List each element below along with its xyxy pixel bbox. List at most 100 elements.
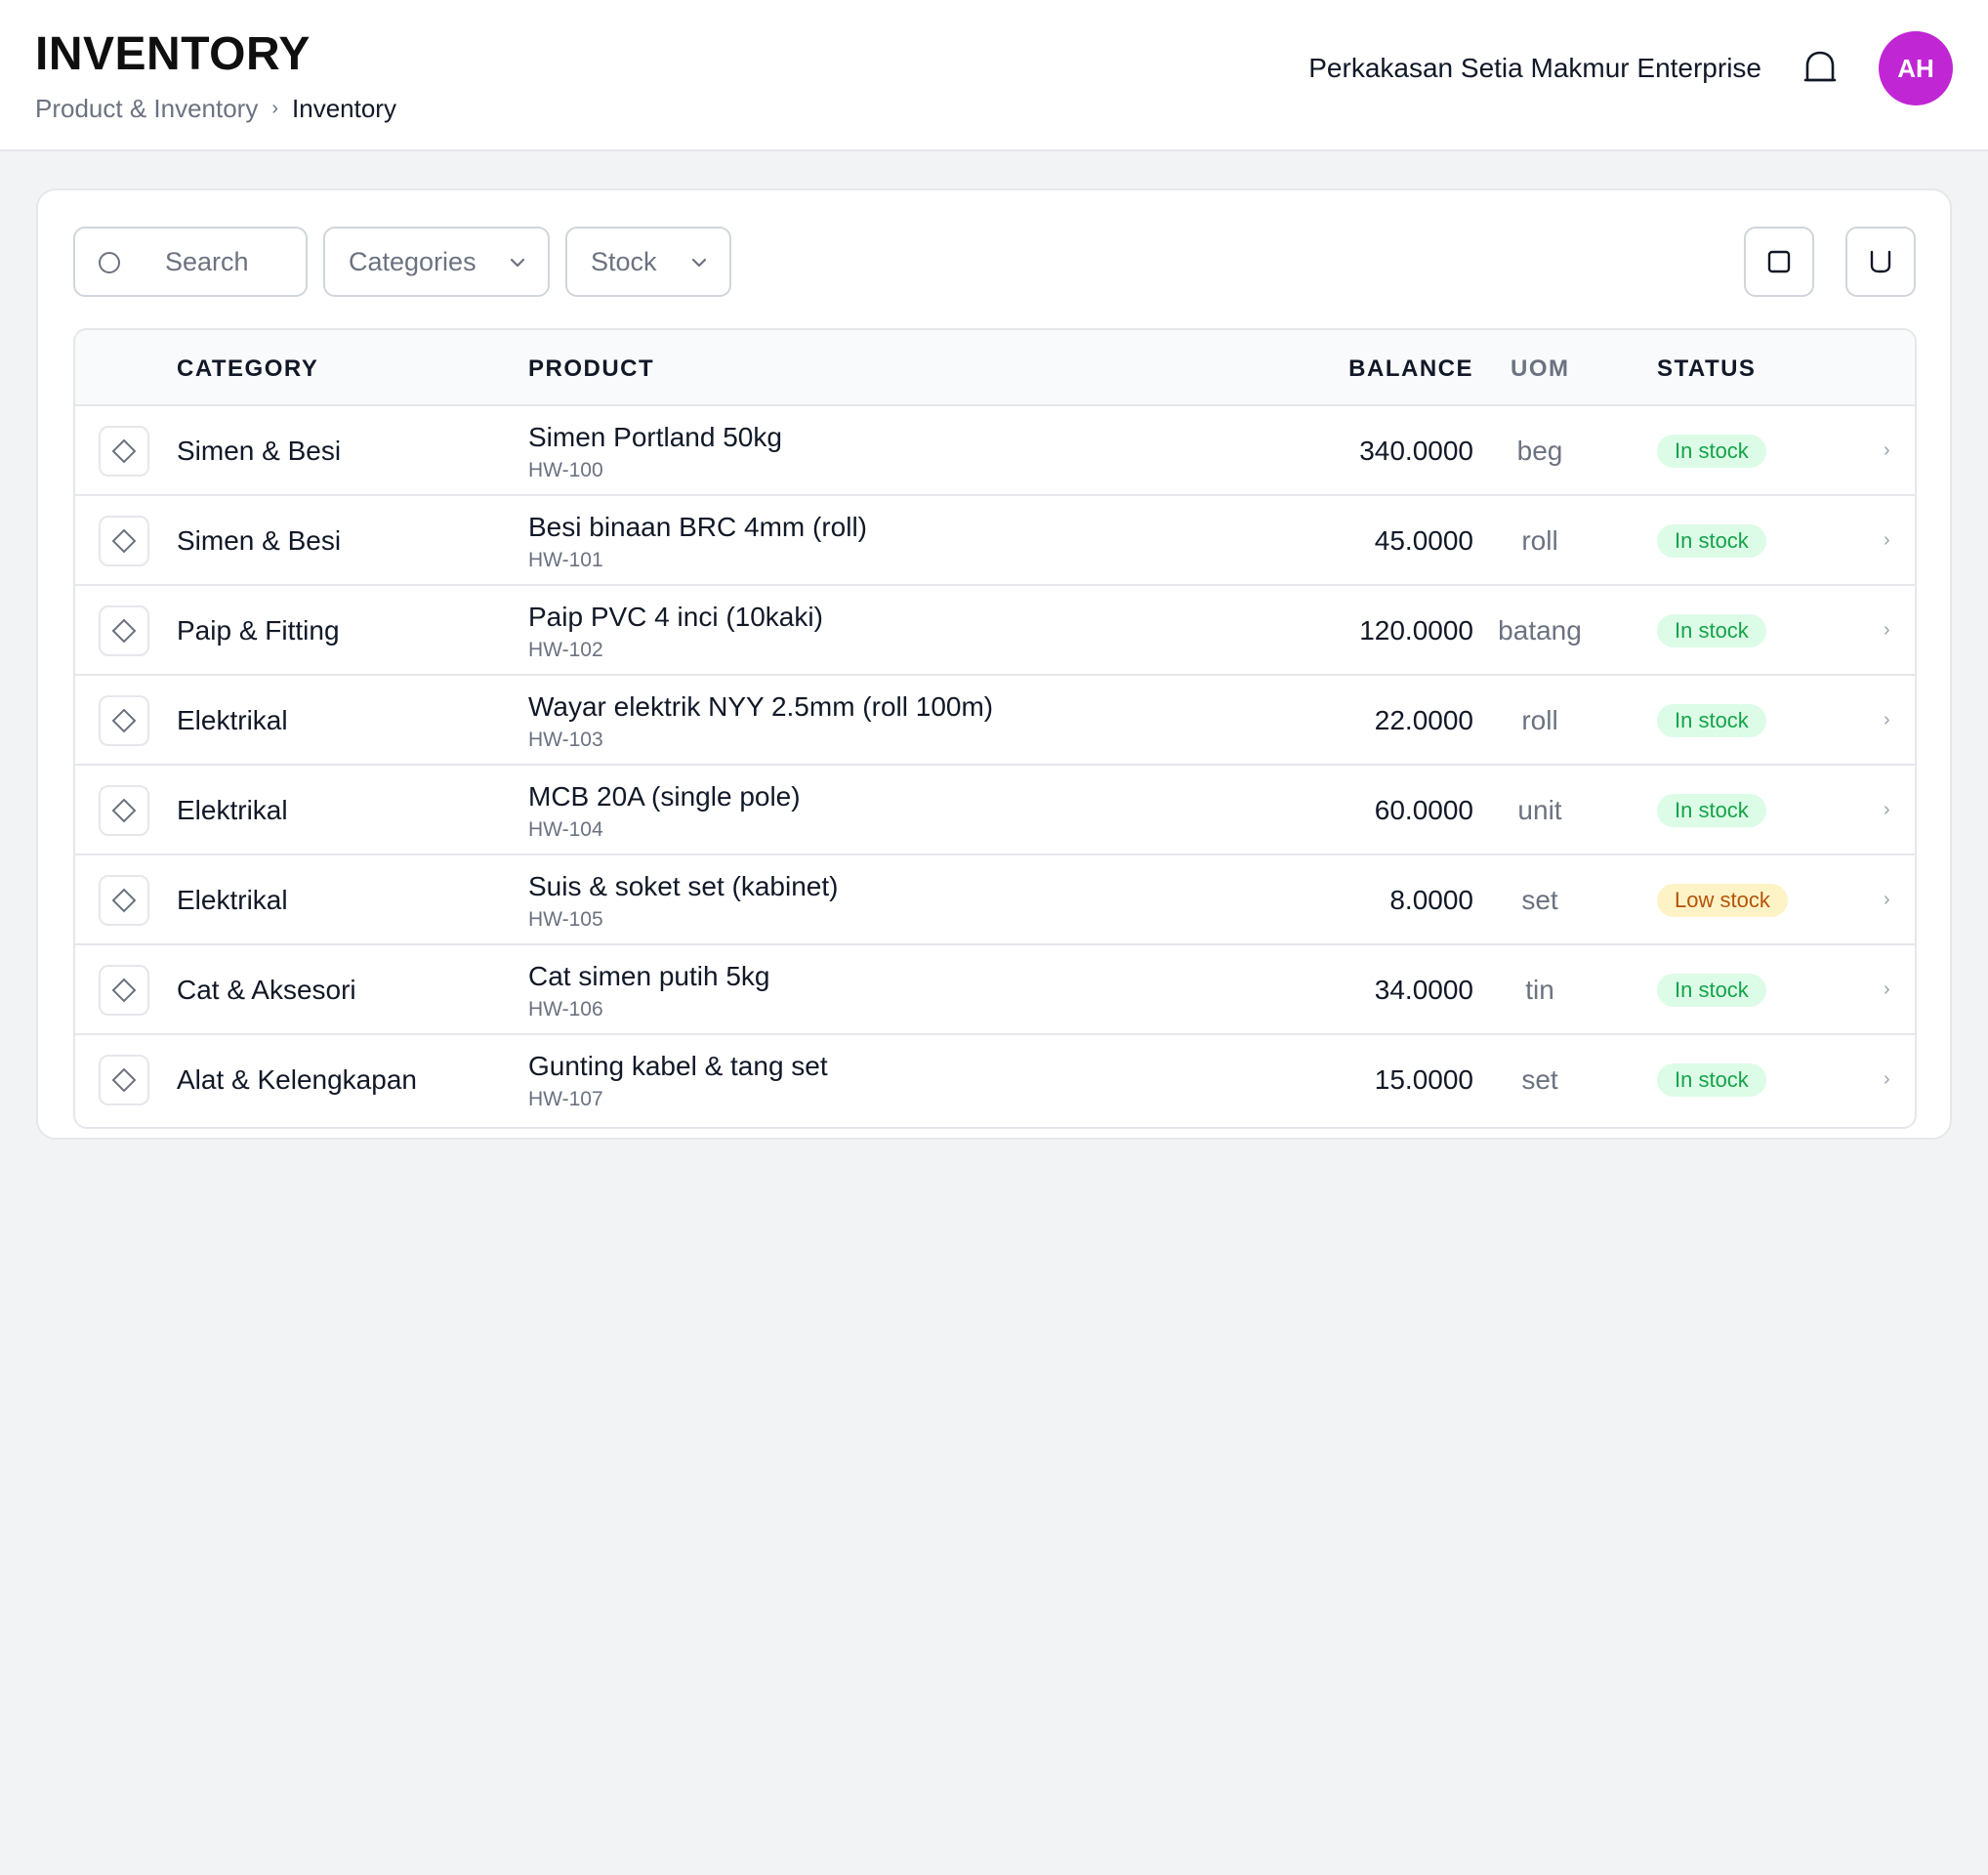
row-uom: roll [1521,525,1558,556]
row-product-sku: HW-106 [528,998,603,1021]
row-balance: 340.0000 [1359,436,1473,466]
row-category: Simen & Besi [177,436,342,466]
row-uom: unit [1517,795,1562,825]
row-product-sku: HW-103 [528,729,603,751]
status-badge: In stock [1657,435,1766,468]
row-category: Simen & Besi [177,525,342,556]
row-balance: 120.0000 [1359,615,1473,646]
breadcrumb-current: Inventory [292,94,396,123]
row-product-name: Gunting kabel & tang set [528,1051,828,1081]
tag-icon[interactable] [99,785,149,836]
row-chevron-icon[interactable]: › [1884,529,1890,552]
table-row[interactable]: Alat & Kelengkapan Gunting kabel & tang … [75,1035,1915,1125]
status-badge: In stock [1657,1063,1766,1097]
row-balance: 15.0000 [1374,1064,1473,1095]
row-balance: 8.0000 [1389,885,1473,915]
row-product-name: Suis & soket set (kabinet) [528,871,839,901]
breadcrumb: Product & Inventory › Inventory [35,94,396,124]
row-category: Paip & Fitting [177,615,340,646]
clear-button[interactable] [1845,227,1916,297]
row-balance: 60.0000 [1374,795,1473,825]
row-balance: 34.0000 [1374,975,1473,1005]
row-category: Elektrikal [177,885,288,915]
column-header-status[interactable]: STATUS [1657,355,1756,383]
column-header-product[interactable]: PRODUCT [528,355,654,383]
search-input[interactable] [165,242,292,281]
inventory-card: Categories Stock CATEGORY PRODUCT BALANC… [36,188,1952,1140]
tag-icon[interactable] [99,695,149,746]
status-badge: In stock [1657,524,1766,558]
row-uom: tin [1525,975,1554,1005]
tag-icon[interactable] [99,516,149,566]
avatar[interactable]: AH [1879,31,1953,105]
tag-icon[interactable] [99,875,149,926]
row-product-name: MCB 20A (single pole) [528,781,801,812]
row-category: Alat & Kelengkapan [177,1064,417,1095]
row-product-sku: HW-101 [528,549,603,571]
search-icon [99,252,120,273]
bell-icon[interactable] [1802,49,1838,86]
status-badge: In stock [1657,974,1766,1007]
tag-icon[interactable] [99,605,149,656]
row-product-name: Besi binaan BRC 4mm (roll) [528,512,867,542]
table-row[interactable]: Elektrikal MCB 20A (single pole) HW-104 … [75,766,1915,855]
search-box[interactable] [73,227,308,297]
tag-icon[interactable] [99,1055,149,1105]
tag-icon[interactable] [99,965,149,1016]
breadcrumb-parent-link[interactable]: Product & Inventory [35,94,258,124]
row-chevron-icon[interactable]: › [1884,889,1890,911]
inventory-table: CATEGORY PRODUCT BALANCE UOM STATUS Sime… [73,328,1917,1129]
chevron-down-icon [691,258,707,268]
categories-dropdown-label: Categories [349,246,476,276]
row-uom: roll [1521,705,1558,735]
row-product-name: Paip PVC 4 inci (10kaki) [528,602,823,632]
status-badge: Low stock [1657,884,1788,917]
column-header-balance[interactable]: BALANCE [1348,355,1473,383]
top-bar: INVENTORY Product & Inventory › Inventor… [0,0,1988,151]
stock-dropdown-label: Stock [591,246,657,276]
categories-dropdown[interactable]: Categories [323,227,550,297]
row-product-sku: HW-105 [528,908,603,931]
status-badge: In stock [1657,794,1766,827]
stock-dropdown[interactable]: Stock [565,227,731,297]
row-chevron-icon[interactable]: › [1884,439,1890,462]
grid-view-button[interactable] [1744,227,1814,297]
table-row[interactable]: Cat & Aksesori Cat simen putih 5kg HW-10… [75,945,1915,1035]
column-header-uom[interactable]: UOM [1511,355,1570,383]
status-badge: In stock [1657,704,1766,737]
row-chevron-icon[interactable]: › [1884,1068,1890,1091]
bucket-icon [1870,250,1891,273]
row-uom: set [1521,885,1558,915]
row-chevron-icon[interactable]: › [1884,799,1890,821]
column-header-category[interactable]: CATEGORY [177,355,318,383]
table-row[interactable]: Elektrikal Wayar elektrik NYY 2.5mm (rol… [75,676,1915,766]
table-row[interactable]: Elektrikal Suis & soket set (kabinet) HW… [75,855,1915,945]
table-row[interactable]: Simen & Besi Besi binaan BRC 4mm (roll) … [75,496,1915,586]
row-chevron-icon[interactable]: › [1884,619,1890,642]
row-product-name: Simen Portland 50kg [528,422,782,452]
row-product-sku: HW-100 [528,459,603,481]
row-uom: batang [1498,615,1582,646]
table-row[interactable]: Paip & Fitting Paip PVC 4 inci (10kaki) … [75,586,1915,676]
tag-icon[interactable] [99,426,149,477]
status-badge: In stock [1657,614,1766,647]
breadcrumb-separator: › [271,98,279,119]
row-uom: set [1521,1064,1558,1095]
row-product-sku: HW-104 [528,818,603,841]
row-chevron-icon[interactable]: › [1884,709,1890,731]
row-product-name: Cat simen putih 5kg [528,961,770,991]
row-uom: beg [1516,436,1563,466]
row-category: Elektrikal [177,705,288,735]
company-name: Perkakasan Setia Makmur Enterprise [1308,53,1761,83]
row-chevron-icon[interactable]: › [1884,979,1890,1001]
page-title: INVENTORY [35,28,311,80]
table-header: CATEGORY PRODUCT BALANCE UOM STATUS [75,330,1915,406]
square-icon [1767,250,1791,273]
table-row[interactable]: Simen & Besi Simen Portland 50kg HW-100 … [75,406,1915,496]
row-category: Cat & Aksesori [177,975,356,1005]
table-body: Simen & Besi Simen Portland 50kg HW-100 … [75,406,1915,1125]
row-product-name: Wayar elektrik NYY 2.5mm (roll 100m) [528,691,994,722]
row-category: Elektrikal [177,795,288,825]
row-balance: 22.0000 [1374,705,1473,735]
row-product-sku: HW-102 [528,639,603,661]
